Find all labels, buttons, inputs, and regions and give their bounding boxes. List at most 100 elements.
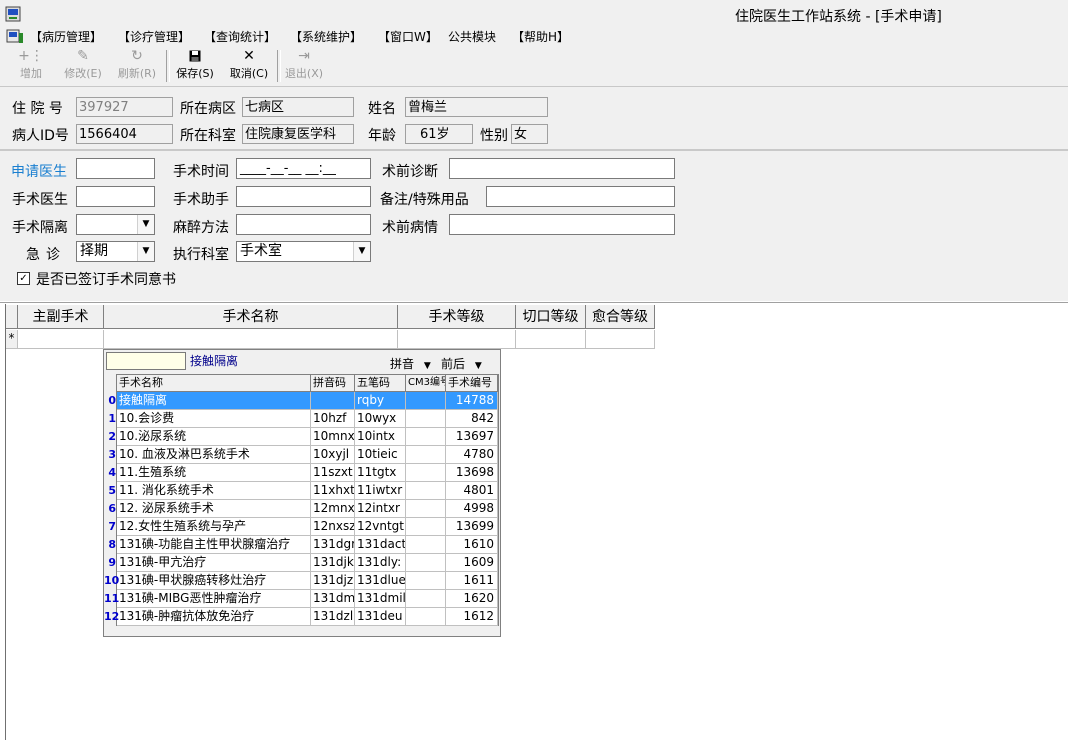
dept-field[interactable]: 住院康复医学科 bbox=[242, 124, 354, 144]
popup-column-header[interactable]: 手术编号 bbox=[446, 375, 498, 392]
row-number: 4 bbox=[108, 466, 116, 479]
age-field[interactable]: 61岁 bbox=[405, 124, 473, 144]
match-order-label: 前后 bbox=[441, 357, 466, 371]
popup-cell-code: 4780 bbox=[446, 446, 498, 464]
popup-row[interactable]: 12. 泌尿系统手术 12mnxt 12intxr 4998 bbox=[117, 500, 498, 518]
grid-cell[interactable] bbox=[18, 330, 104, 349]
popup-row[interactable]: 11.生殖系统 11szxt 11tgtx 13698 bbox=[117, 464, 498, 482]
row-number: 0 bbox=[108, 394, 116, 407]
preop-condition-input[interactable] bbox=[449, 214, 675, 235]
menu-system-maintenance[interactable]: 【系统维护】 bbox=[290, 28, 362, 45]
cancel-button[interactable]: ✕ 取消(C) bbox=[227, 48, 271, 84]
popup-row[interactable]: 10.泌尿系统 10mnxt 10intx 13697 bbox=[117, 428, 498, 446]
column-header[interactable]: 手术等级 bbox=[398, 305, 516, 329]
menu-medical-records[interactable]: 【病历管理】 bbox=[30, 28, 102, 45]
popup-cell-py: 12nxsz bbox=[311, 518, 355, 536]
column-header[interactable]: 切口等级 bbox=[516, 305, 586, 329]
exit-button[interactable]: ⇥ 退出(X) bbox=[282, 48, 326, 84]
popup-cell-py: 131dzl bbox=[311, 608, 355, 626]
menu-window[interactable]: 【窗口W】 bbox=[378, 28, 438, 45]
popup-cell-code: 14788 bbox=[446, 392, 498, 410]
popup-search-input[interactable] bbox=[106, 352, 186, 370]
popup-cell-wb: 131dact bbox=[355, 536, 406, 554]
popup-cell-py: 12mnxt bbox=[311, 500, 355, 518]
popup-cell-name: 10.会诊费 bbox=[117, 410, 311, 428]
name-field[interactable]: 曾梅兰 bbox=[405, 97, 548, 117]
chevron-down-icon[interactable]: ▼ bbox=[137, 215, 154, 234]
popup-cell-py bbox=[311, 392, 355, 410]
popup-cell-py: 11xhxt bbox=[311, 482, 355, 500]
popup-cell-cm3 bbox=[406, 464, 446, 482]
popup-cell-wb: 11iwtxr bbox=[355, 482, 406, 500]
pinyin-mode-select[interactable]: 拼音 ▼ bbox=[390, 355, 431, 372]
menu-diagnosis-treatment[interactable]: 【诊疗管理】 bbox=[118, 28, 190, 45]
popup-cell-name: 10.泌尿系统 bbox=[117, 428, 311, 446]
new-row-marker: * bbox=[6, 330, 18, 349]
popup-row[interactable]: 10.会诊费 10hzf 10wyx 842 bbox=[117, 410, 498, 428]
popup-cell-py: 131djz bbox=[311, 572, 355, 590]
grid-cell[interactable] bbox=[104, 330, 398, 349]
popup-row[interactable]: 131碘-功能自主性甲状腺瘤治疗 131dgr 131dact 1610 bbox=[117, 536, 498, 554]
popup-row[interactable]: 131碘-甲状腺癌转移灶治疗 131djz 131dlue 1611 bbox=[117, 572, 498, 590]
grid-cell[interactable] bbox=[516, 330, 586, 349]
isolation-select[interactable]: ▼ bbox=[76, 214, 155, 235]
edit-button[interactable]: ✎ 修改(E) bbox=[61, 48, 105, 84]
popup-row[interactable]: 12.女性生殖系统与孕产 12nxsz 12vntgt 13699 bbox=[117, 518, 498, 536]
anesthesia-input[interactable] bbox=[236, 214, 371, 235]
assistant-input[interactable] bbox=[236, 186, 371, 207]
column-header[interactable]: 手术名称 bbox=[104, 305, 398, 329]
surgeon-input[interactable] bbox=[76, 186, 155, 207]
grid-cell[interactable] bbox=[398, 330, 516, 349]
popup-row[interactable]: 131碘-肿瘤抗体放免治疗 131dzl 131deu 1612 bbox=[117, 608, 498, 626]
assistant-label: 手术助手 bbox=[173, 192, 229, 208]
inpatient-no-field[interactable]: 397927 bbox=[76, 97, 173, 117]
popup-column-header[interactable]: CM3编号 bbox=[406, 375, 446, 392]
popup-row[interactable]: 131碘-MIBG恶性肿瘤治疗 131dmi 131dmil 1620 bbox=[117, 590, 498, 608]
surgery-time-input[interactable]: ____-__-__ __:__ bbox=[236, 158, 371, 179]
mdi-child-icon[interactable] bbox=[6, 29, 24, 45]
chevron-down-icon[interactable]: ▼ bbox=[353, 242, 370, 261]
patient-id-label: 病人ID号 bbox=[12, 128, 69, 144]
popup-row[interactable]: 131碘-甲亢治疗 131djk 131dly: 1609 bbox=[117, 554, 498, 572]
urgent-select[interactable]: 择期 ▼ bbox=[76, 241, 155, 262]
patient-id-field[interactable]: 1566404 bbox=[76, 124, 173, 144]
popup-cell-name: 131碘-功能自主性甲状腺瘤治疗 bbox=[117, 536, 311, 554]
popup-cell-cm3 bbox=[406, 572, 446, 590]
edit-button-label: 修改(E) bbox=[64, 67, 102, 80]
menu-query-statistics[interactable]: 【查询统计】 bbox=[204, 28, 276, 45]
popup-match-text: 接触隔离 bbox=[190, 354, 239, 368]
popup-row[interactable]: 11. 消化系统手术 11xhxt 11iwtxr 4801 bbox=[117, 482, 498, 500]
grid-corner bbox=[6, 305, 18, 329]
menu-help[interactable]: 【帮助H】 bbox=[512, 28, 569, 45]
grid-cell[interactable] bbox=[586, 330, 655, 349]
popup-row[interactable]: 10. 血液及淋巴系统手术 10xyjl 10tieic 4780 bbox=[117, 446, 498, 464]
sex-field[interactable]: 女 bbox=[511, 124, 548, 144]
surgeon-label: 手术医生 bbox=[12, 192, 68, 208]
column-header[interactable]: 主副手术 bbox=[18, 305, 104, 329]
refresh-button[interactable]: ↻ 刷新(R) bbox=[115, 48, 159, 84]
match-order-select[interactable]: 前后 ▼ bbox=[441, 355, 482, 372]
remark-input[interactable] bbox=[486, 186, 675, 207]
popup-cell-code: 1620 bbox=[446, 590, 498, 608]
chevron-down-icon[interactable]: ▼ bbox=[137, 242, 154, 261]
refresh-icon: ↻ bbox=[131, 48, 143, 64]
popup-cell-code: 1609 bbox=[446, 554, 498, 572]
column-header[interactable]: 愈合等级 bbox=[586, 305, 655, 329]
urgent-value: 择期 bbox=[80, 243, 108, 259]
popup-cell-wb: 11tgtx bbox=[355, 464, 406, 482]
save-button[interactable]: 保存(S) bbox=[173, 48, 217, 84]
popup-column-header[interactable]: 手术名称 bbox=[117, 375, 311, 392]
popup-cell-py: 131djk bbox=[311, 554, 355, 572]
consent-checkbox[interactable]: ✓ bbox=[17, 272, 30, 285]
menu-public-module[interactable]: 公共模块 bbox=[448, 28, 496, 45]
apply-doctor-input[interactable] bbox=[76, 158, 155, 179]
exec-dept-select[interactable]: 手术室 ▼ bbox=[236, 241, 371, 262]
add-button[interactable]: +⋮ 增加 bbox=[9, 48, 53, 84]
popup-column-header[interactable]: 五笔码 bbox=[355, 375, 406, 392]
ward-field[interactable]: 七病区 bbox=[242, 97, 354, 117]
popup-cell-cm3 bbox=[406, 428, 446, 446]
preop-diagnosis-input[interactable] bbox=[449, 158, 675, 179]
remark-label: 备注/特殊用品 bbox=[380, 192, 469, 208]
popup-column-header[interactable]: 拼音码 bbox=[311, 375, 355, 392]
popup-row-selected[interactable]: 接触隔离 rqby 14788 bbox=[117, 392, 498, 410]
